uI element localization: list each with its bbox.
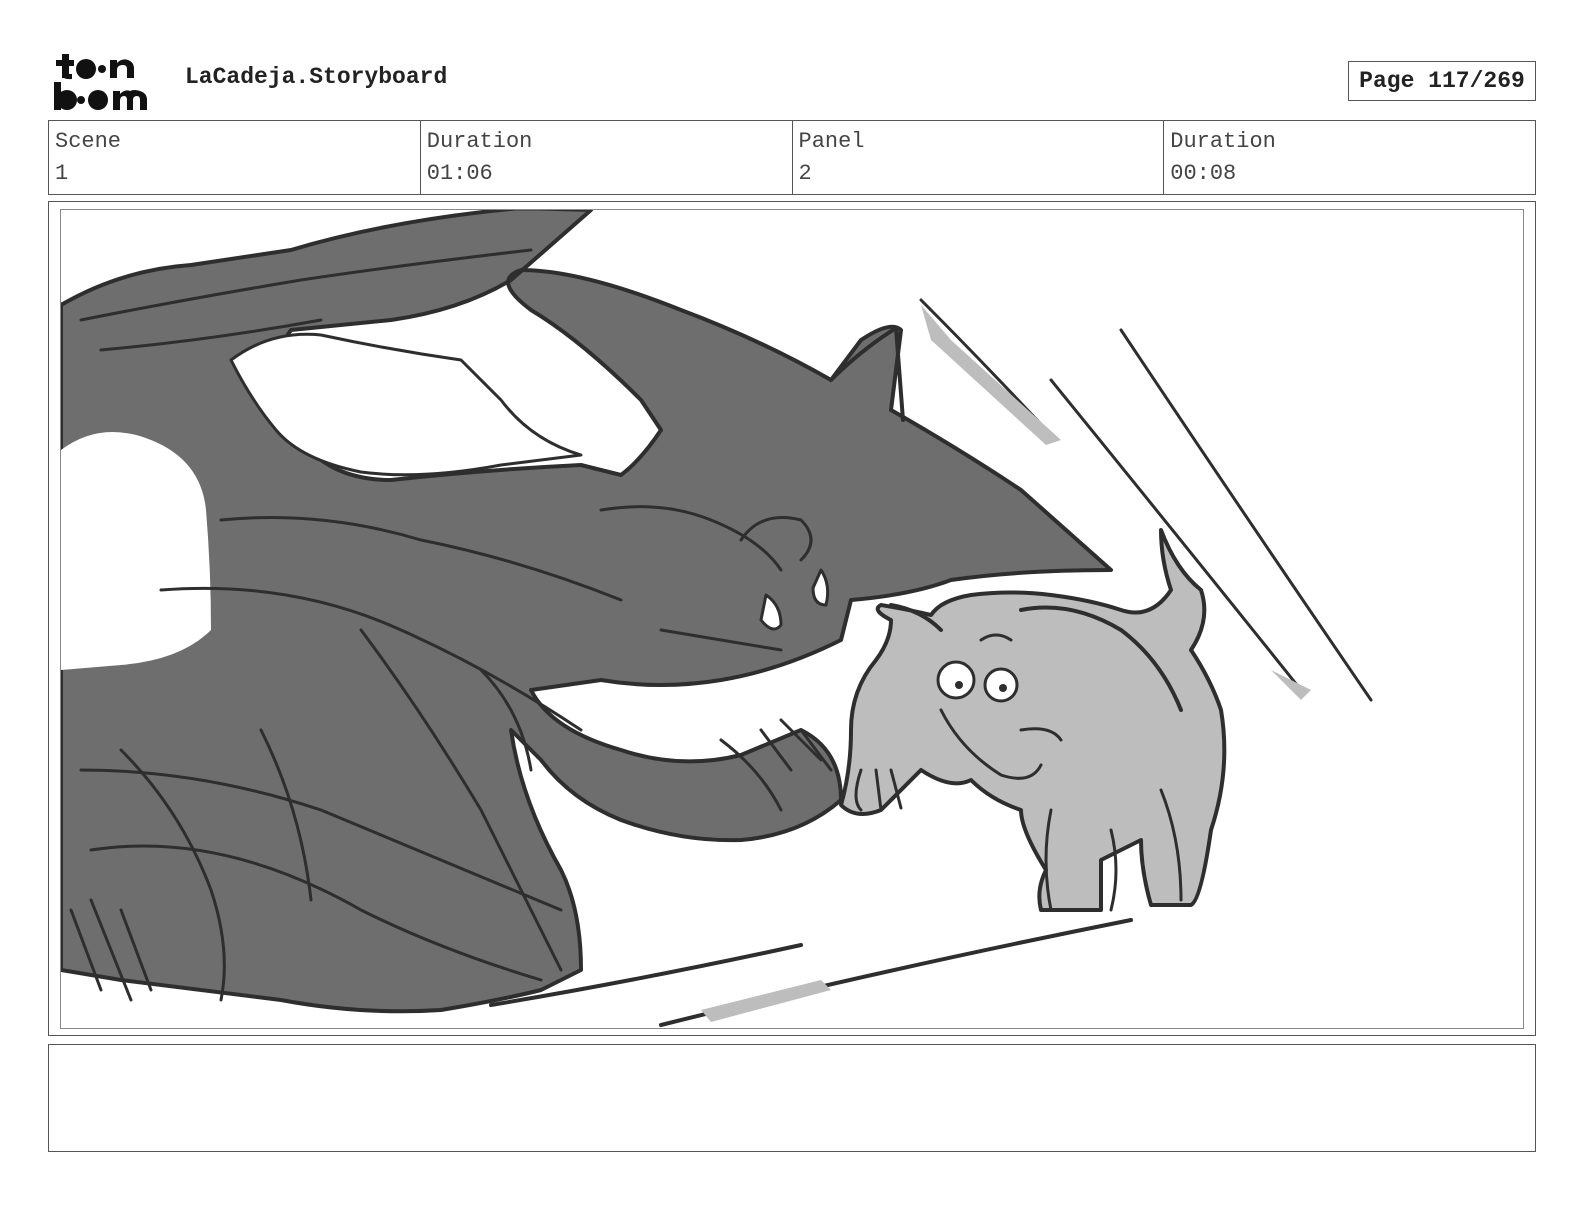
scene-label: Scene (55, 129, 122, 154)
panel-cell: Panel 2 (793, 121, 1165, 194)
scene-duration-cell: Duration 01:06 (421, 121, 793, 194)
panel-info-row: Scene 1 Duration 01:06 Panel 2 Duration … (48, 120, 1536, 195)
light-creature-eye-left (936, 660, 976, 700)
panel-duration-cell: Duration 00:08 (1164, 121, 1535, 194)
toon-boom-logo (54, 54, 147, 110)
sketch-illustration (61, 210, 1373, 1027)
panel-duration-label: Duration (1170, 129, 1276, 154)
panel-label: Panel (798, 129, 865, 154)
storyboard-panel-frame (48, 201, 1536, 1036)
scene-value: 1 (55, 161, 69, 186)
panel-duration-value: 00:08 (1170, 161, 1237, 186)
storyboard-panel-image (60, 209, 1524, 1029)
document-title: LaCadeja.Storyboard (185, 64, 448, 90)
panel-notes-box[interactable] (48, 1044, 1536, 1152)
scene-duration-label: Duration (426, 129, 533, 154)
scene-duration-value: 01:06 (426, 161, 493, 186)
scene-cell: Scene 1 (49, 121, 421, 194)
body-cutout (61, 432, 211, 670)
panel-value: 2 (798, 161, 812, 186)
page-counter: Page 117/269 (1348, 61, 1536, 101)
